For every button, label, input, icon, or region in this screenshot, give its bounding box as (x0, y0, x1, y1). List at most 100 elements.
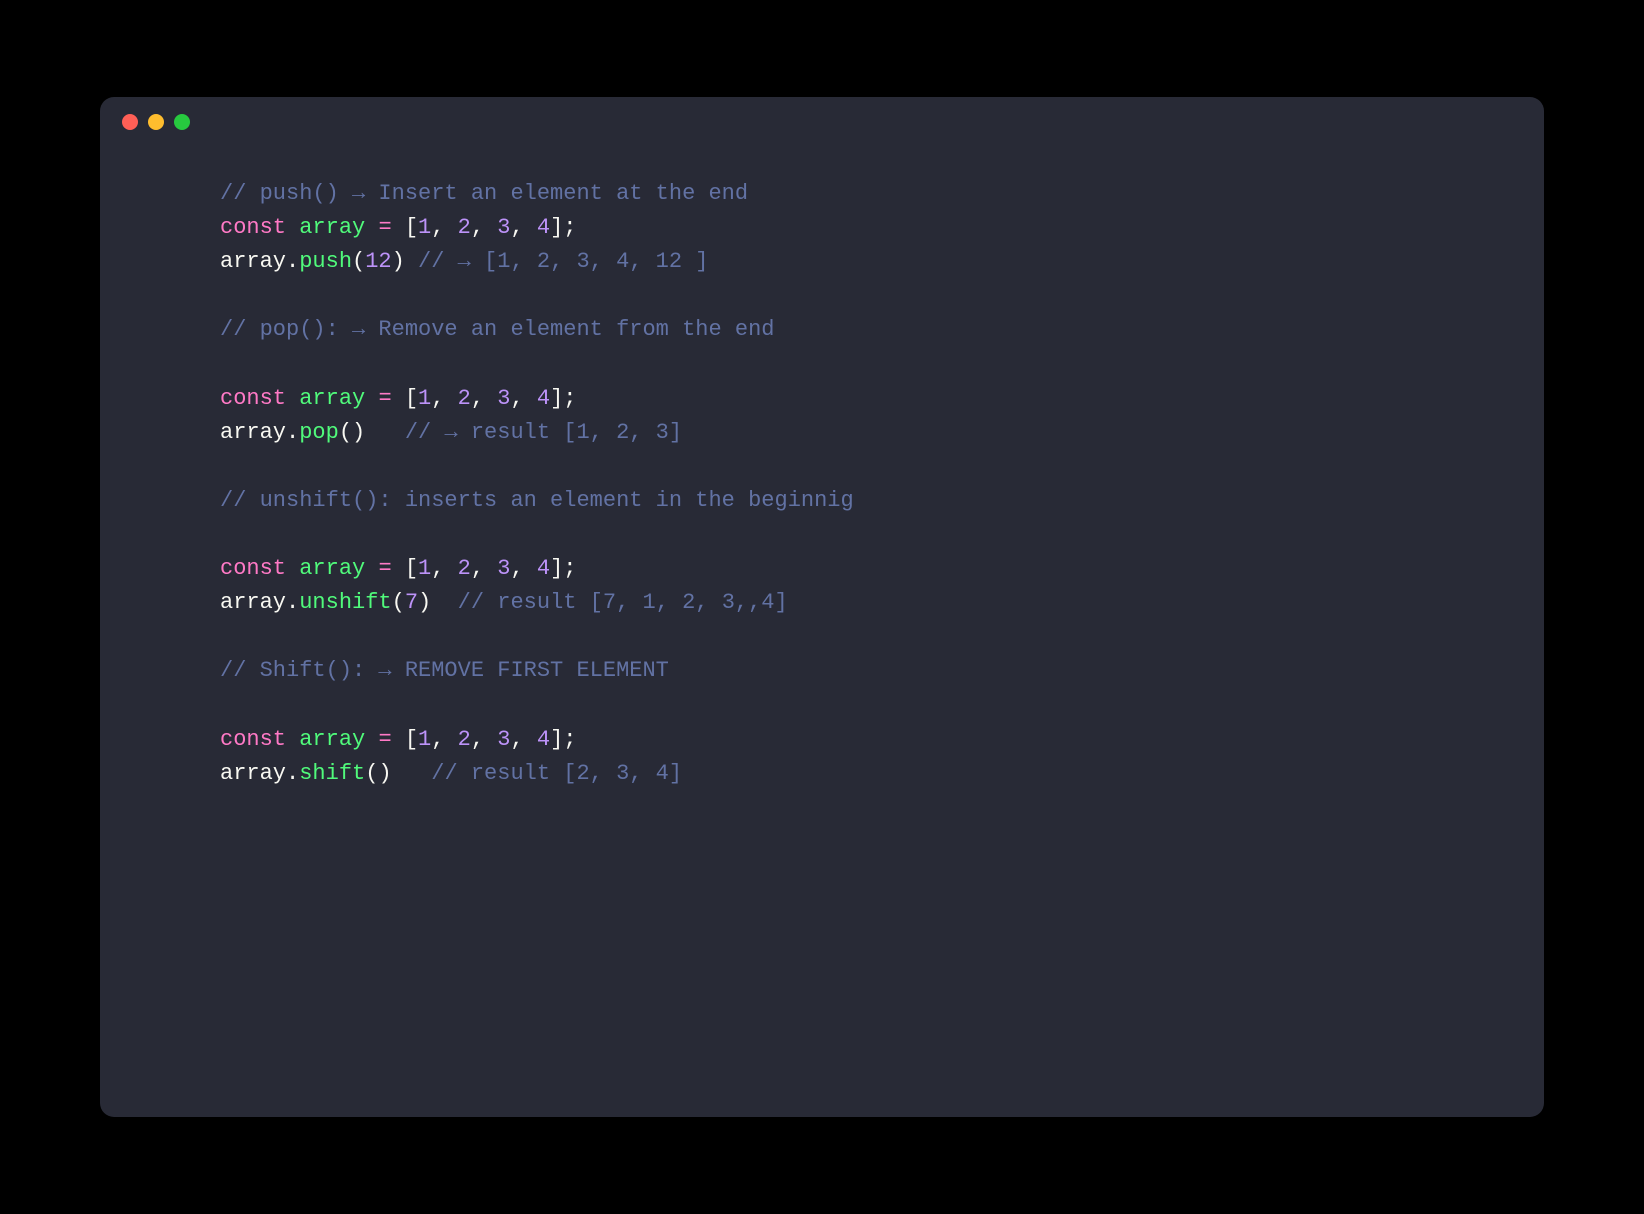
code-comment: // result [7, 1, 2, 3,,4] (458, 590, 788, 615)
code-window: // push() → Insert an element at the end… (100, 97, 1544, 1117)
number-literal: 12 (365, 249, 391, 274)
number-literal: 4 (537, 727, 550, 752)
number-literal: 1 (418, 386, 431, 411)
comma: , (431, 727, 457, 752)
dot-operator: . (286, 420, 299, 445)
keyword-const: const (220, 386, 286, 411)
object-name: array (220, 249, 286, 274)
code-line: array.shift() // result [2, 3, 4] (220, 757, 1484, 791)
paren-close: ) (378, 761, 391, 786)
keyword-const: const (220, 727, 286, 752)
paren-close: ) (418, 590, 431, 615)
number-literal: 2 (458, 556, 471, 581)
comma: , (510, 386, 536, 411)
comma: , (471, 727, 497, 752)
paren-close: ) (352, 420, 365, 445)
comma: , (510, 727, 536, 752)
number-literal: 3 (497, 556, 510, 581)
equals-operator: = (378, 215, 391, 240)
code-line (220, 347, 1484, 381)
number-literal: 2 (458, 727, 471, 752)
bracket-close: ]; (550, 386, 576, 411)
variable-name: array (299, 556, 365, 581)
bracket-close: ]; (550, 556, 576, 581)
equals-operator: = (378, 727, 391, 752)
bracket-open: [ (405, 727, 418, 752)
paren-open: ( (339, 420, 352, 445)
paren-open: ( (352, 249, 365, 274)
variable-name: array (299, 215, 365, 240)
comma: , (510, 556, 536, 581)
comma: , (471, 215, 497, 240)
code-comment: // result [2, 3, 4] (431, 761, 682, 786)
code-line: const array = [1, 2, 3, 4]; (220, 211, 1484, 245)
code-line: // pop(): → Remove an element from the e… (220, 313, 1484, 347)
equals-operator: = (378, 556, 391, 581)
number-literal: 3 (497, 727, 510, 752)
bracket-close: ]; (550, 215, 576, 240)
code-comment: // → result [1, 2, 3] (405, 420, 682, 445)
comma: , (471, 556, 497, 581)
keyword-const: const (220, 215, 286, 240)
object-name: array (220, 761, 286, 786)
code-line: array.pop() // → result [1, 2, 3] (220, 416, 1484, 450)
number-literal: 7 (405, 590, 418, 615)
number-literal: 4 (537, 386, 550, 411)
variable-name: array (299, 727, 365, 752)
comma: , (431, 215, 457, 240)
method-name: shift (299, 761, 365, 786)
code-comment: // → [1, 2, 3, 4, 12 ] (418, 249, 708, 274)
bracket-open: [ (405, 556, 418, 581)
number-literal: 2 (458, 386, 471, 411)
code-line: // unshift(): inserts an element in the … (220, 484, 1484, 518)
comma: , (471, 386, 497, 411)
close-icon[interactable] (122, 114, 138, 130)
code-line (220, 688, 1484, 722)
window-titlebar (100, 97, 1544, 147)
number-literal: 1 (418, 727, 431, 752)
bracket-open: [ (405, 215, 418, 240)
bracket-open: [ (405, 386, 418, 411)
keyword-const: const (220, 556, 286, 581)
number-literal: 1 (418, 215, 431, 240)
variable-name: array (299, 386, 365, 411)
code-editor[interactable]: // push() → Insert an element at the end… (100, 147, 1544, 851)
bracket-close: ]; (550, 727, 576, 752)
code-line: // Shift(): → REMOVE FIRST ELEMENT (220, 654, 1484, 688)
object-name: array (220, 590, 286, 615)
zoom-icon[interactable] (174, 114, 190, 130)
code-line (220, 518, 1484, 552)
number-literal: 3 (497, 386, 510, 411)
code-line: const array = [1, 2, 3, 4]; (220, 723, 1484, 757)
method-name: push (299, 249, 352, 274)
paren-open: ( (365, 761, 378, 786)
paren-open: ( (392, 590, 405, 615)
number-literal: 3 (497, 215, 510, 240)
code-comment: // push() → Insert an element at the end (220, 181, 748, 206)
dot-operator: . (286, 249, 299, 274)
number-literal: 2 (458, 215, 471, 240)
number-literal: 4 (537, 556, 550, 581)
code-line (220, 450, 1484, 484)
code-comment: // pop(): → Remove an element from the e… (220, 317, 775, 342)
dot-operator: . (286, 590, 299, 615)
number-literal: 4 (537, 215, 550, 240)
method-name: unshift (299, 590, 391, 615)
code-line: const array = [1, 2, 3, 4]; (220, 382, 1484, 416)
code-line: const array = [1, 2, 3, 4]; (220, 552, 1484, 586)
number-literal: 1 (418, 556, 431, 581)
code-line: // push() → Insert an element at the end (220, 177, 1484, 211)
code-comment: // unshift(): inserts an element in the … (220, 488, 854, 513)
comma: , (431, 386, 457, 411)
minimize-icon[interactable] (148, 114, 164, 130)
code-line (220, 279, 1484, 313)
code-line: array.unshift(7) // result [7, 1, 2, 3,,… (220, 586, 1484, 620)
method-name: pop (299, 420, 339, 445)
code-line: array.push(12) // → [1, 2, 3, 4, 12 ] (220, 245, 1484, 279)
code-line (220, 620, 1484, 654)
equals-operator: = (378, 386, 391, 411)
comma: , (510, 215, 536, 240)
paren-close: ) (392, 249, 405, 274)
comma: , (431, 556, 457, 581)
dot-operator: . (286, 761, 299, 786)
